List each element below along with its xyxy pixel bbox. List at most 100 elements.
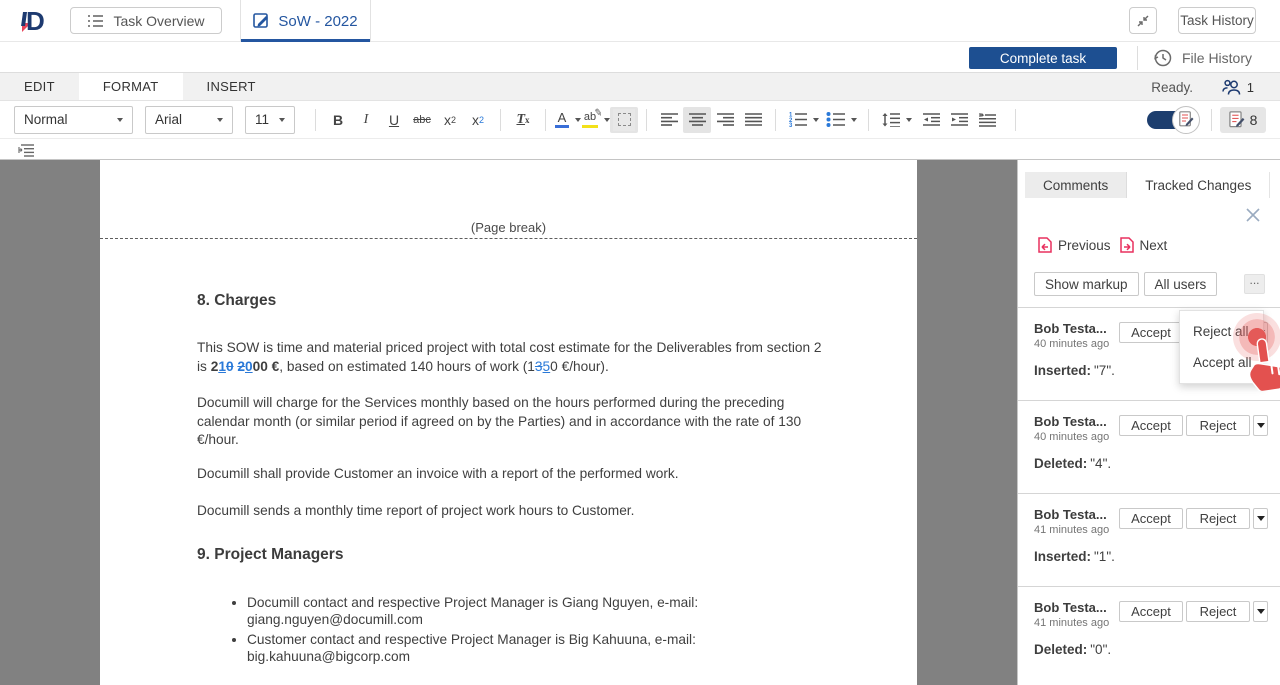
- align-left-button[interactable]: [655, 107, 683, 133]
- tracked-changes-count-button[interactable]: 8: [1220, 107, 1266, 133]
- change-options-button[interactable]: [1253, 601, 1268, 622]
- document-canvas[interactable]: (Page break) 8. Charges This SOW is time…: [0, 160, 1017, 685]
- action-bar: Complete task File History: [0, 43, 1280, 73]
- decrease-indent-icon: [923, 113, 940, 126]
- previous-change-icon: [1038, 237, 1052, 253]
- change-value: "0".: [1090, 642, 1111, 657]
- active-tab-underline: [241, 39, 370, 42]
- increase-indent-icon: [951, 113, 968, 126]
- text-color-button[interactable]: A: [554, 107, 582, 133]
- bold-button[interactable]: B: [324, 107, 352, 133]
- tab-document-sow[interactable]: SoW - 2022: [240, 0, 371, 42]
- next-label: Next: [1140, 238, 1168, 253]
- list-item: Customer contact and respective Project …: [247, 631, 734, 666]
- all-users-filter-button[interactable]: All users: [1144, 272, 1218, 296]
- font-size-select[interactable]: 11: [245, 106, 295, 134]
- divider: [868, 109, 869, 131]
- close-icon: [1245, 207, 1261, 223]
- task-history-button[interactable]: Task History: [1178, 7, 1256, 34]
- bulk-actions-menu: Reject all Accept all: [1179, 310, 1264, 384]
- reject-button[interactable]: Reject: [1186, 508, 1250, 529]
- complete-task-button[interactable]: Complete task: [969, 47, 1117, 69]
- change-value: "4".: [1090, 456, 1111, 471]
- menu-tab-format[interactable]: FORMAT: [79, 73, 183, 100]
- border-box-icon: [618, 113, 631, 126]
- underline-button[interactable]: U: [380, 107, 408, 133]
- tab-comments[interactable]: Comments: [1025, 172, 1127, 198]
- change-navigation: Previous Next: [1038, 237, 1167, 253]
- clear-formatting-button[interactable]: Tx: [509, 107, 537, 133]
- subscript-button[interactable]: x2: [464, 107, 492, 133]
- chevron-down-icon: [217, 118, 223, 122]
- collapse-panel-button[interactable]: [1129, 7, 1157, 34]
- menu-tab-edit[interactable]: EDIT: [0, 73, 79, 100]
- divider: [500, 109, 501, 131]
- menu-bar: EDIT FORMAT INSERT Ready. 1: [0, 73, 1280, 101]
- tracked-insertion: 1: [218, 359, 226, 374]
- change-options-button[interactable]: [1253, 508, 1268, 529]
- italic-button[interactable]: I: [352, 107, 380, 133]
- decrease-indent-button[interactable]: [917, 107, 945, 133]
- accept-button[interactable]: Accept: [1119, 415, 1183, 436]
- more-options-button[interactable]: ...: [1244, 274, 1265, 294]
- tab-task-overview[interactable]: Task Overview: [70, 7, 222, 34]
- paragraph-style-select[interactable]: Normal: [14, 106, 133, 134]
- collapse-arrows-icon: [1136, 14, 1150, 28]
- svg-text:D: D: [26, 6, 45, 36]
- reject-button[interactable]: Reject: [1186, 415, 1250, 436]
- svg-text:3: 3: [789, 123, 793, 127]
- align-center-button[interactable]: [683, 107, 711, 133]
- users-icon: [1222, 79, 1242, 96]
- task-list-icon: [87, 14, 104, 28]
- change-timestamp: 41 minutes ago: [1034, 524, 1120, 536]
- reject-button[interactable]: Reject: [1186, 601, 1250, 622]
- change-value: "1".: [1094, 549, 1115, 564]
- next-change-button[interactable]: Next: [1120, 237, 1168, 253]
- paragraph-style-value: Normal: [24, 112, 68, 127]
- divider: [1015, 109, 1016, 131]
- menu-item-reject-all[interactable]: Reject all: [1180, 316, 1263, 347]
- divider: [545, 109, 546, 131]
- menu-tab-insert[interactable]: INSERT: [183, 73, 280, 100]
- secondary-toolbar: [0, 139, 1280, 160]
- project-managers-list: Documill contact and respective Project …: [229, 594, 734, 667]
- change-action: Deleted:: [1034, 642, 1087, 657]
- highlight-color-button[interactable]: ✎ab: [582, 107, 610, 133]
- show-markup-button[interactable]: Show markup: [1034, 272, 1139, 296]
- tracked-changes-toggle[interactable]: [1147, 111, 1187, 129]
- bullet-list-button[interactable]: [822, 107, 860, 133]
- app-window: D Task Overview SoW - 2022: [0, 0, 1280, 685]
- change-author: Bob Testa...: [1034, 321, 1120, 336]
- superscript-button[interactable]: x2: [436, 107, 464, 133]
- page-break-label: (Page break): [100, 220, 917, 235]
- borders-button[interactable]: [610, 107, 638, 133]
- line-spacing-button[interactable]: [877, 107, 917, 133]
- first-line-indent-button[interactable]: [973, 107, 1001, 133]
- change-action: Inserted:: [1034, 363, 1091, 378]
- tracked-deletion: 3: [535, 359, 543, 374]
- tab-tracked-changes[interactable]: Tracked Changes: [1127, 172, 1270, 198]
- tracked-change-entry: Bob Testa... 41 minutes ago Accept Rejec…: [1018, 493, 1280, 586]
- accept-button[interactable]: Accept: [1119, 508, 1183, 529]
- font-family-select[interactable]: Arial: [145, 106, 233, 134]
- increase-indent-button[interactable]: [945, 107, 973, 133]
- accept-button[interactable]: Accept: [1119, 601, 1183, 622]
- change-value: "7".: [1094, 363, 1115, 378]
- numbered-list-button[interactable]: 123: [784, 107, 822, 133]
- change-options-button[interactable]: [1253, 415, 1268, 436]
- pencil-icon: ✎: [593, 108, 603, 119]
- format-toolbar: Normal Arial 11 B I U abc x2 x2 Tx A ✎ab: [0, 101, 1280, 139]
- close-panel-button[interactable]: [1245, 207, 1261, 223]
- accept-button[interactable]: Accept: [1119, 322, 1183, 343]
- menu-item-accept-all[interactable]: Accept all: [1180, 347, 1263, 378]
- list-item: Documill contact and respective Project …: [247, 594, 734, 629]
- document-page[interactable]: (Page break) 8. Charges This SOW is time…: [100, 160, 917, 685]
- highlight-color-swatch: [582, 125, 598, 128]
- strikethrough-button[interactable]: abc: [408, 107, 436, 133]
- online-users: 1: [1222, 73, 1254, 101]
- paragraph-indent-icon: [18, 144, 34, 157]
- align-justify-button[interactable]: [739, 107, 767, 133]
- align-right-button[interactable]: [711, 107, 739, 133]
- file-history-button[interactable]: File History: [1153, 46, 1252, 70]
- previous-change-button[interactable]: Previous: [1038, 237, 1111, 253]
